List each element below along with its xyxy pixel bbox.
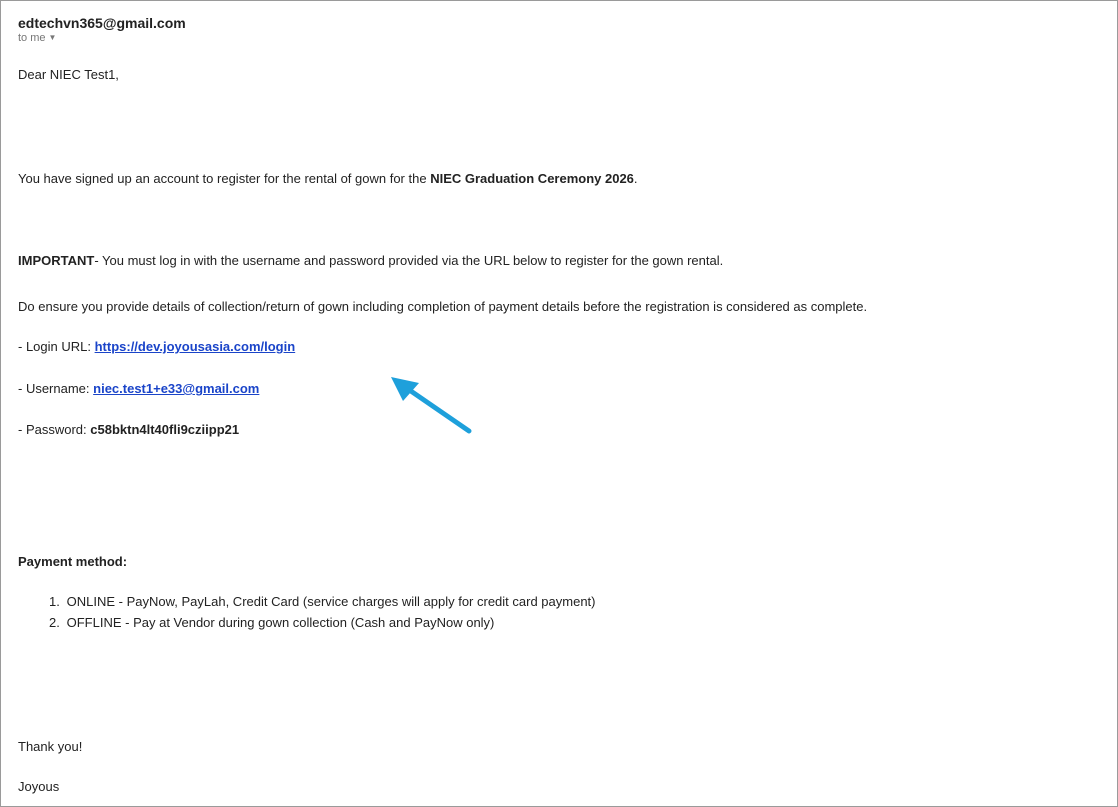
greeting: Dear NIEC Test1, [18, 67, 119, 82]
intro-paragraph: You have signed up an account to registe… [18, 171, 638, 187]
username-line: - Username: niec.test1+e33@gmail.com [18, 381, 259, 397]
login-url-link[interactable]: https://dev.joyousasia.com/login [95, 339, 296, 354]
important-paragraph: IMPORTANT- You must log in with the user… [18, 253, 723, 269]
password-value: c58bktn4lt40fli9cziipp21 [90, 422, 240, 437]
password-line: - Password: c58bktn4lt40fli9cziipp21 [18, 422, 239, 438]
username-email-link[interactable]: niec.test1+e33@gmail.com [93, 381, 259, 396]
recipient-line[interactable]: to me ▼ [18, 31, 56, 45]
chevron-down-icon[interactable]: ▼ [49, 33, 57, 42]
intro-end: . [633, 171, 638, 186]
payment-item: 1. ONLINE - PayNow, PayLah, Credit Card … [49, 594, 596, 610]
payment-item-text: OFFLINE - Pay at Vendor during gown coll… [66, 615, 495, 630]
payment-item: 2. OFFLINE - Pay at Vendor during gown c… [49, 615, 494, 631]
username-label: - Username: [18, 381, 94, 396]
login-line: - Login URL: https://dev.joyousasia.com/… [18, 339, 295, 355]
signature: Joyous [18, 779, 60, 794]
payment-item-text: ONLINE - PayNow, PayLah, Credit Card (se… [66, 594, 596, 609]
payment-item-number: 2. [49, 615, 60, 630]
important-label: IMPORTANT [18, 253, 95, 268]
ensure-paragraph: Do ensure you provide details of collect… [18, 299, 868, 314]
sender-address[interactable]: edtechvn365@gmail.com [18, 15, 186, 31]
payment-item-number: 1. [49, 594, 60, 609]
password-label: - Password: [18, 422, 91, 437]
annotation-arrow-icon [391, 377, 472, 434]
intro-text: You have signed up an account to registe… [18, 171, 431, 186]
closing: Thank you! [18, 739, 83, 754]
recipient-label: to me [18, 32, 46, 44]
email-view: edtechvn365@gmail.com to me ▼ Dear NIEC T… [0, 0, 1118, 807]
important-text: - You must log in with the username and … [94, 253, 724, 268]
payment-heading: Payment method: [18, 554, 128, 569]
event-name: NIEC Graduation Ceremony 2026 [430, 171, 634, 186]
login-label: - Login URL: [18, 339, 95, 354]
